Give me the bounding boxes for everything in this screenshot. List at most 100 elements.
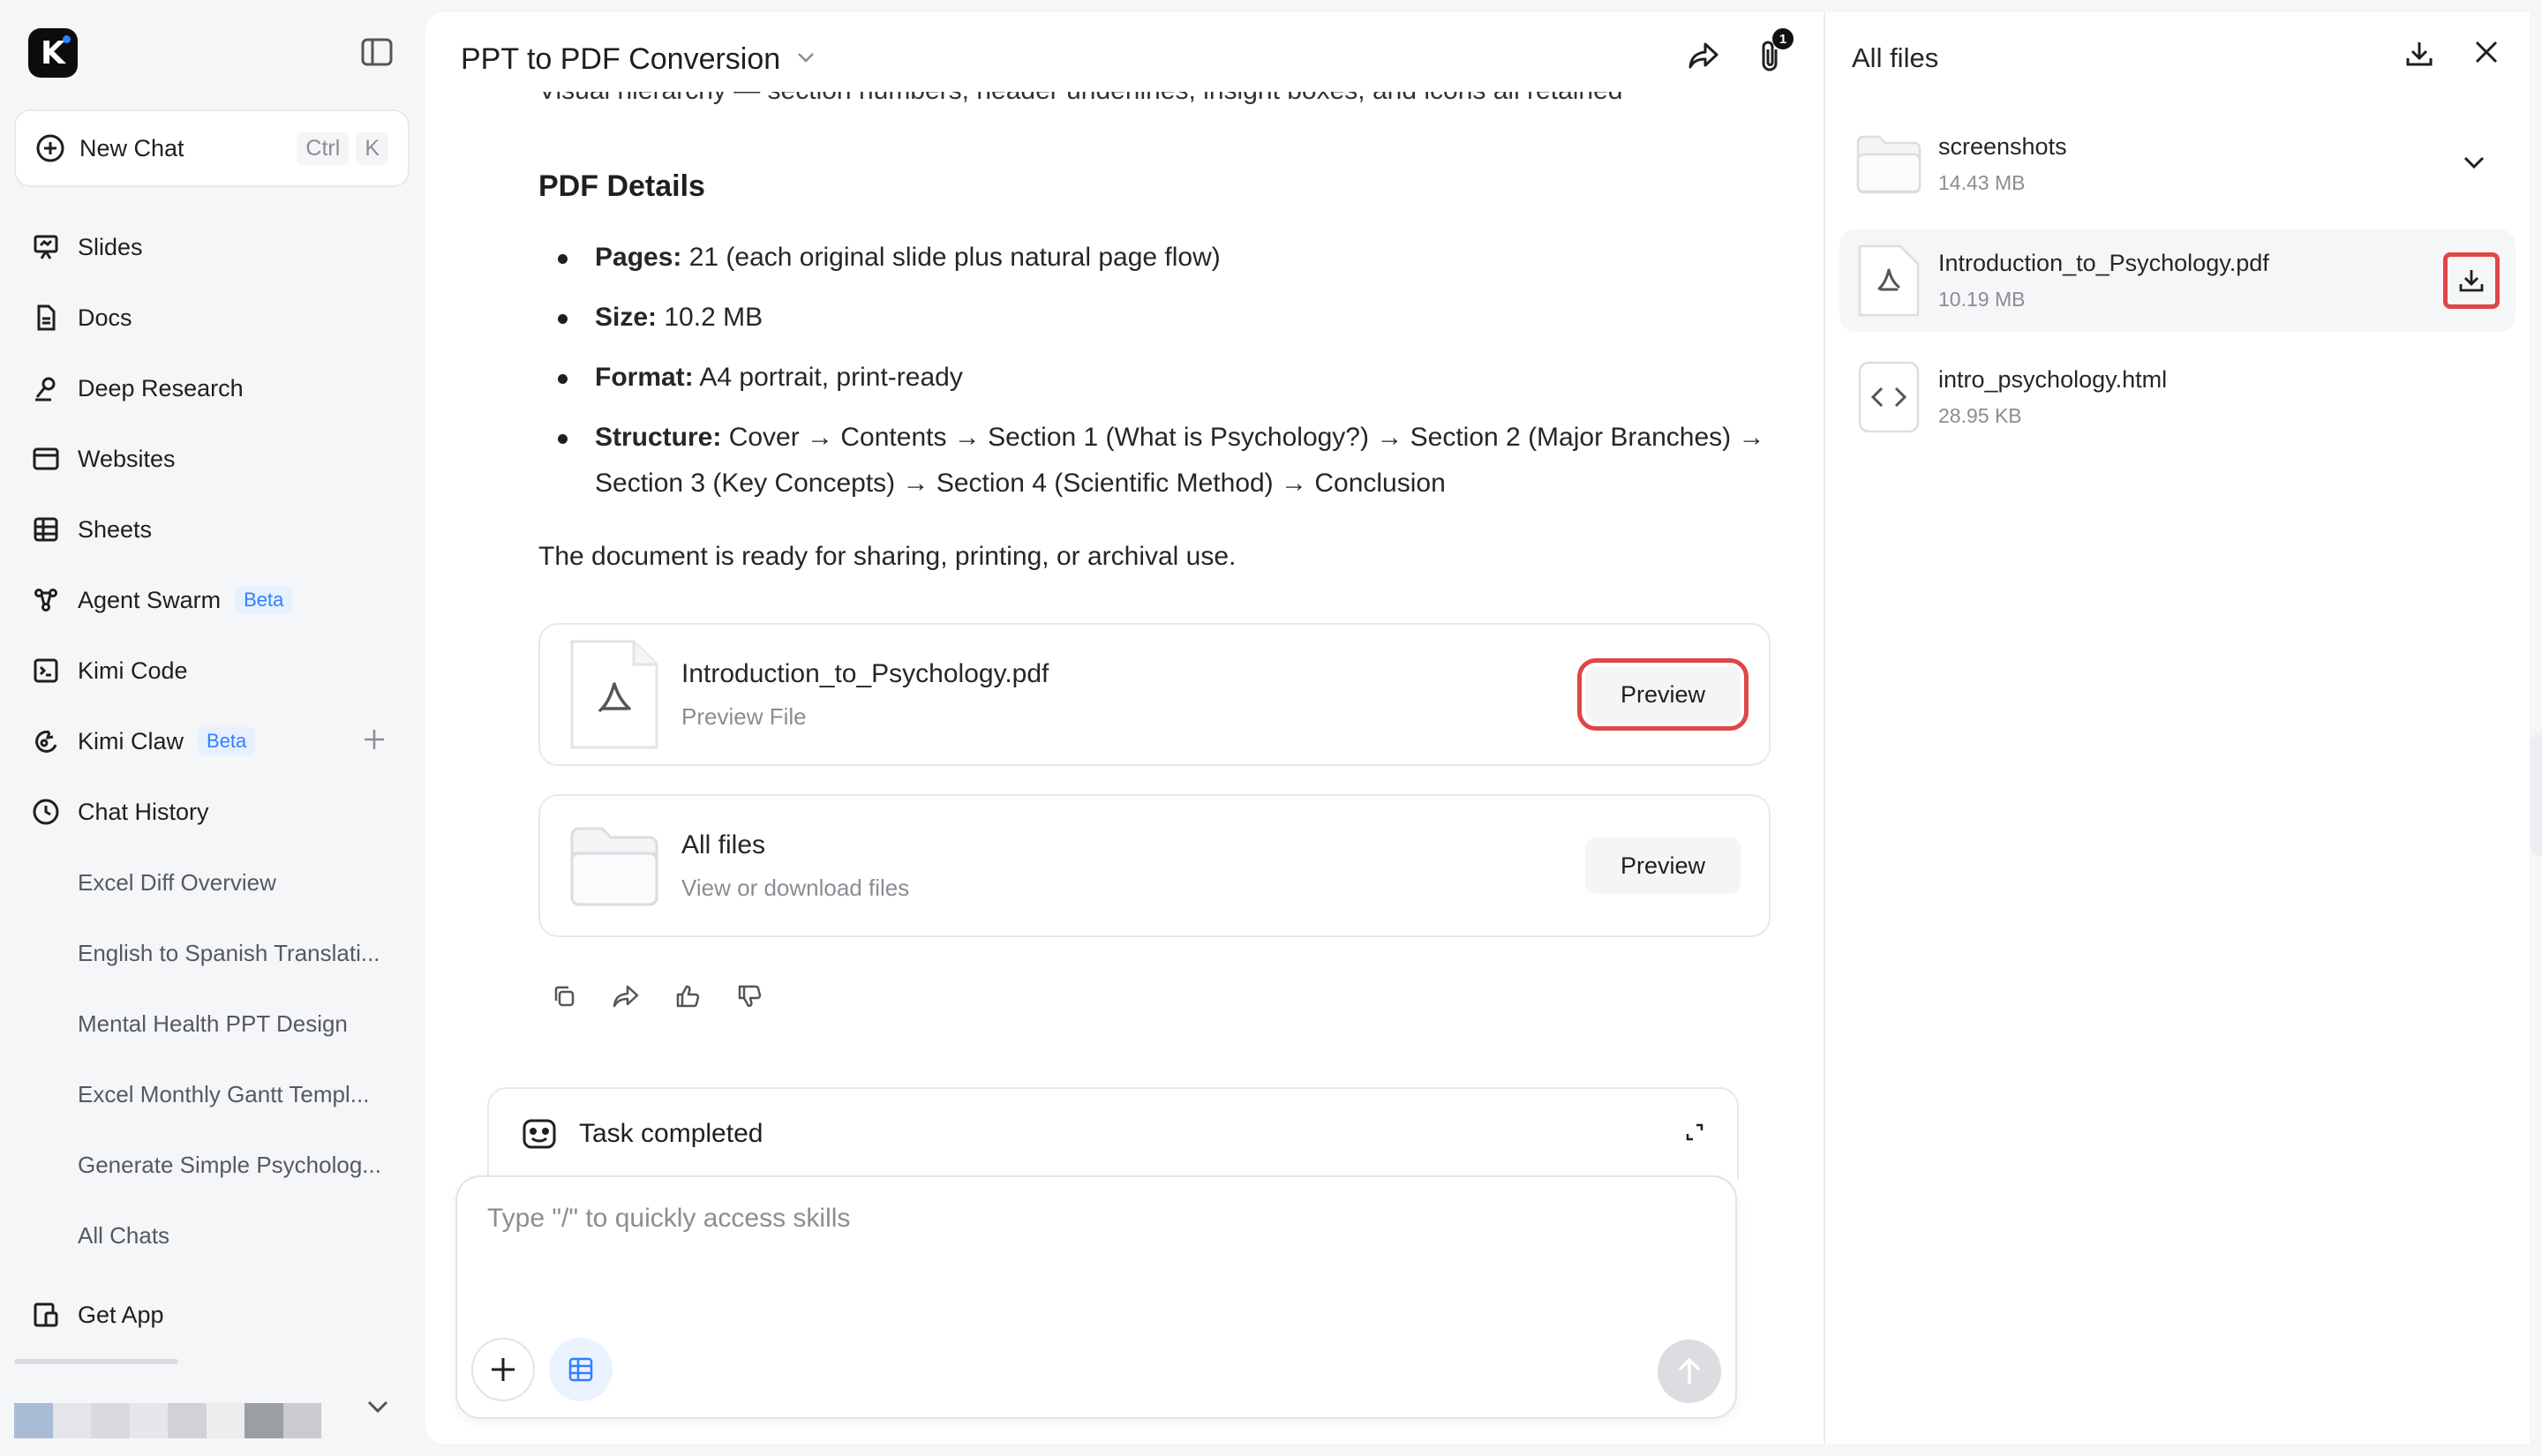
chevron-down-icon[interactable] [360, 1389, 395, 1424]
doc-icon [30, 302, 62, 334]
table-icon [568, 1357, 593, 1382]
history-item[interactable]: Mental Health PPT Design [14, 988, 410, 1059]
list-item: Format: A4 portrait, print-ready [538, 355, 1774, 401]
download-pdf-button[interactable] [2443, 252, 2500, 309]
file-row-screenshots[interactable]: screenshots 14.43 MB [1839, 113, 2516, 215]
shortcut-ctrl: Ctrl [297, 131, 350, 165]
thumbs-up-icon[interactable] [674, 983, 701, 1009]
chat-composer [455, 1175, 1737, 1419]
add-attachment-button[interactable] [471, 1338, 535, 1401]
pdf-file-icon [1855, 244, 1922, 318]
file-list: screenshots 14.43 MB Introduction_to_Psy… [1839, 113, 2516, 462]
chevron-down-icon[interactable] [796, 51, 816, 68]
page-title[interactable]: PPT to PDF Conversion [461, 42, 780, 77]
sidebar-item-kimi-code[interactable]: Kimi Code [14, 635, 410, 706]
file-subtitle: View or download files [681, 874, 910, 901]
sidebar-item-label: Docs [78, 304, 132, 331]
file-row-html[interactable]: intro_psychology.html 28.95 KB [1839, 346, 2516, 448]
sidebar-item-label: Websites [78, 445, 176, 472]
chat-input[interactable] [487, 1204, 1635, 1234]
sidebar-item-label: Kimi Claw [78, 727, 184, 754]
pdf-file-icon [568, 638, 660, 751]
sidebar-item-label: Deep Research [78, 374, 244, 402]
close-icon[interactable] [2473, 39, 2500, 73]
all-files-card[interactable]: All files View or download files Preview [538, 794, 1771, 937]
panel-title: All files [1852, 42, 1939, 73]
sidebar-item-docs[interactable]: Docs [14, 282, 410, 353]
chat-history-list: Excel Diff Overview English to Spanish T… [14, 847, 410, 1271]
expand-icon[interactable] [1684, 1122, 1705, 1147]
add-claw-icon[interactable] [362, 727, 387, 756]
attachments-button[interactable]: 1 [1758, 28, 1794, 77]
sidebar-item-slides[interactable]: Slides [14, 212, 410, 282]
shortcut-k: K [356, 131, 388, 165]
preview-all-files-button[interactable]: Preview [1585, 837, 1741, 894]
share-icon[interactable] [613, 983, 639, 1009]
clock-icon [30, 796, 62, 828]
sidebar-item-websites[interactable]: Websites [14, 424, 410, 494]
sidebar-item-kimi-claw[interactable]: Kimi Claw Beta [14, 706, 410, 777]
kimi-logo-icon: K [41, 34, 65, 71]
sidebar-nav: Slides Docs Deep Research Websites Sheet… [14, 212, 410, 847]
share-icon[interactable] [1688, 41, 1719, 75]
get-app-button[interactable]: Get App [14, 1280, 410, 1350]
file-row-pdf[interactable]: Introduction_to_Psychology.pdf 10.19 MB [1839, 229, 2516, 332]
new-chat-label: New Chat [79, 134, 184, 161]
chat-header: PPT to PDF Conversion [461, 42, 816, 77]
slides-icon [30, 231, 62, 263]
sidebar-item-label: Slides [78, 233, 143, 260]
file-size: 28.95 KB [1938, 404, 2022, 427]
kimi-logo[interactable]: K [28, 28, 78, 78]
sidebar: K New Chat Ctrl K Slides Docs Deep Resea… [0, 0, 424, 1456]
sidebar-item-label: Kimi Code [78, 657, 188, 684]
folder-icon [1855, 127, 1922, 201]
panel-resize-handle[interactable] [2530, 732, 2542, 856]
file-name: intro_psychology.html [1938, 366, 2168, 393]
all-chats-link[interactable]: All Chats [14, 1200, 410, 1271]
send-button[interactable] [1658, 1340, 1721, 1403]
swarm-icon [30, 584, 62, 616]
pdf-file-card[interactable]: Introduction_to_Psychology.pdf Preview F… [538, 623, 1771, 766]
history-item[interactable]: Excel Monthly Gantt Templ... [14, 1059, 410, 1130]
beta-badge: Beta [235, 586, 293, 614]
list-item: Pages: 21 (each original slide plus natu… [538, 235, 1774, 281]
sidebar-item-chat-history[interactable]: Chat History [14, 777, 410, 847]
sidebar-toggle-icon[interactable] [360, 37, 394, 67]
get-app-label: Get App [78, 1301, 164, 1328]
plus-icon [492, 1358, 515, 1381]
claw-icon [30, 725, 62, 757]
chevron-down-icon[interactable] [2463, 155, 2486, 174]
folder-icon [568, 809, 660, 922]
message-text: Visual hierarchy — section numbers, head… [538, 92, 1774, 104]
code-file-icon [1855, 360, 1922, 434]
table-icon [30, 514, 62, 545]
file-name: Introduction_to_Psychology.pdf [681, 658, 1049, 688]
arrow-up-icon [1679, 1357, 1700, 1385]
download-all-icon[interactable] [2404, 39, 2434, 73]
beta-badge: Beta [198, 727, 256, 755]
file-size: 10.19 MB [1938, 288, 2026, 311]
sidebar-item-deep-research[interactable]: Deep Research [14, 353, 410, 424]
history-item[interactable]: Generate Simple Psycholog... [14, 1130, 410, 1200]
file-subtitle: Preview File [681, 702, 807, 730]
preview-pdf-button[interactable]: Preview [1577, 658, 1749, 731]
sidebar-item-label: Agent Swarm [78, 586, 222, 613]
user-avatar-blurred[interactable] [14, 1403, 321, 1438]
task-status-label: Task completed [579, 1119, 763, 1148]
history-item[interactable]: Excel Diff Overview [14, 847, 410, 918]
sidebar-item-agent-swarm[interactable]: Agent Swarm Beta [14, 565, 410, 635]
chat-main: PPT to PDF Conversion 1 Visual hierarchy… [425, 12, 1825, 1444]
sidebar-item-sheets[interactable]: Sheets [14, 494, 410, 565]
new-chat-button[interactable]: New Chat Ctrl K [14, 109, 410, 187]
file-name: screenshots [1938, 133, 2067, 160]
sidebar-item-label: Sheets [78, 515, 153, 543]
plus-circle-icon [36, 134, 64, 162]
copy-icon[interactable] [551, 983, 577, 1009]
sheets-skill-button[interactable] [549, 1338, 613, 1401]
thumbs-down-icon[interactable] [736, 983, 763, 1009]
files-panel: All files screenshots 14.43 MB Introduct… [1825, 12, 2530, 1444]
attachment-count-badge: 1 [1772, 28, 1794, 49]
browser-icon [30, 443, 62, 475]
task-status-bar[interactable]: Task completed [487, 1087, 1739, 1179]
history-item[interactable]: English to Spanish Translati... [14, 918, 410, 988]
